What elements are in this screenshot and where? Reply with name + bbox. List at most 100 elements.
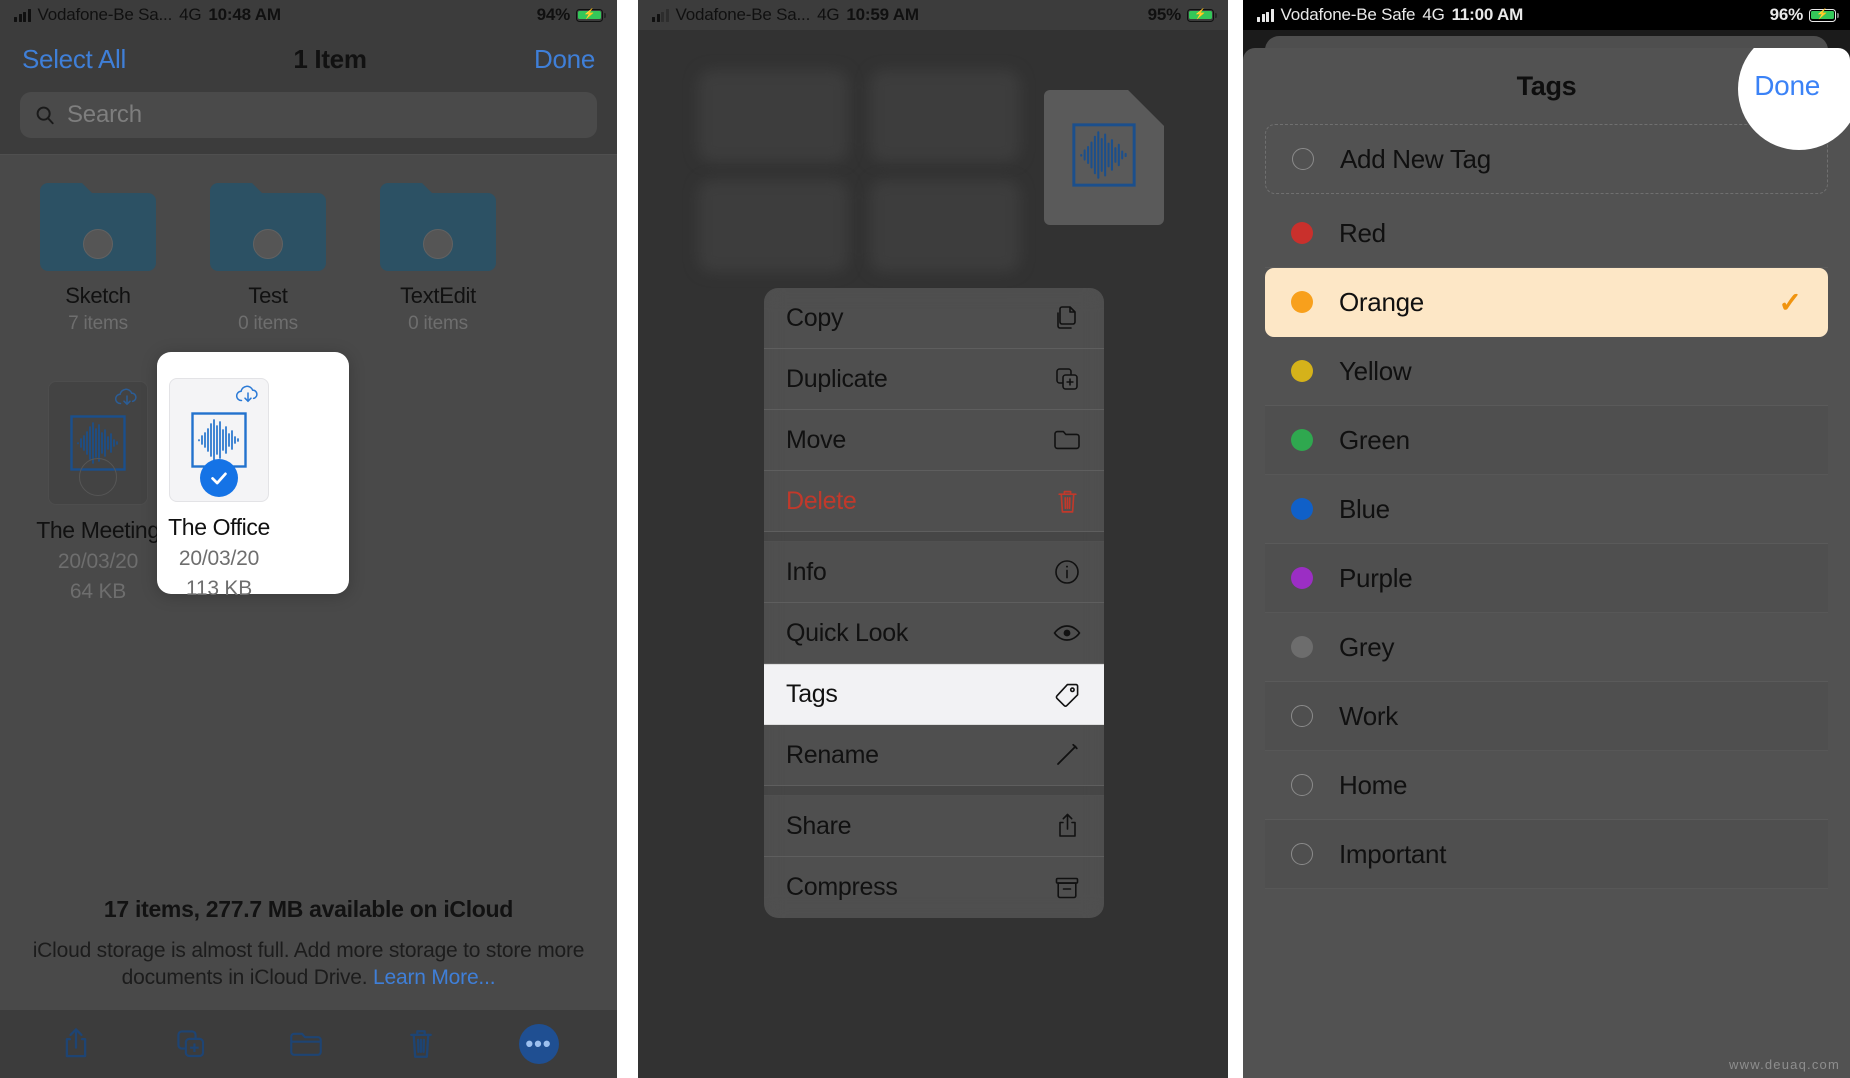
tag-row-red[interactable]: Red: [1265, 199, 1828, 268]
status-left: Vodafone-Be Sa... 4G 10:59 AM: [652, 5, 919, 25]
menu-item-move[interactable]: Move: [764, 410, 1104, 471]
context-menu: Copy Duplicate Move Delete Info Quick Lo…: [764, 288, 1104, 918]
menu-item-info[interactable]: Info: [764, 542, 1104, 603]
file-size: 64 KB: [69, 580, 127, 603]
tag-row-green[interactable]: Green: [1265, 406, 1828, 475]
tag-row-important[interactable]: Important: [1265, 820, 1828, 889]
share-icon[interactable]: [59, 1025, 93, 1063]
menu-item-quick-look[interactable]: Quick Look: [764, 603, 1104, 664]
tag-label: Work: [1339, 700, 1398, 731]
tag-row-blue[interactable]: Blue: [1265, 475, 1828, 544]
add-new-tag-row[interactable]: Add New Tag: [1265, 124, 1828, 194]
folder-item[interactable]: Test 0 items: [206, 177, 330, 335]
tag-row-orange[interactable]: Orange ✓: [1265, 268, 1828, 337]
tag-icon: [1052, 680, 1082, 710]
tag-color-dot: [1291, 222, 1313, 244]
menu-item-label: Tags: [786, 680, 838, 708]
menu-item-delete[interactable]: Delete: [764, 471, 1104, 532]
file-date: 20/03/20: [57, 550, 139, 573]
network-label: 4G: [1422, 5, 1445, 24]
menu-item-label: Share: [786, 811, 852, 840]
menu-separator: [764, 532, 1104, 542]
menu-item-label: Compress: [786, 873, 898, 901]
menu-item-label: Duplicate: [786, 364, 888, 393]
tags-sheet: Tags Done Add New Tag Red Orange ✓ Yello…: [1243, 48, 1850, 1078]
page-title: Tags: [1516, 70, 1577, 101]
folder-move-icon[interactable]: [289, 1025, 323, 1063]
more-icon[interactable]: •••: [518, 1024, 559, 1064]
storage-info: 17 items, 277.7 MB available on iCloud i…: [0, 896, 617, 992]
file-item-unselected[interactable]: The Meeting 20/03/20 64 KB: [36, 381, 160, 604]
tag-color-dot: [1291, 636, 1313, 658]
info-icon: [1052, 557, 1082, 587]
copy-icon: [1052, 303, 1082, 333]
battery-percent-label: 96%: [1769, 5, 1804, 24]
folder-item[interactable]: Sketch 7 items: [36, 177, 160, 335]
empty-circle-icon: [1291, 705, 1313, 727]
panel2-body: Copy Duplicate Move Delete Info Quick Lo…: [638, 30, 1228, 1078]
menu-separator: [764, 786, 1104, 796]
menu-item-share[interactable]: Share: [764, 796, 1104, 857]
file-item-selected[interactable]: The Office 20/03/20 113 KB: [157, 352, 349, 600]
file-selection-circle[interactable]: [79, 458, 117, 496]
signal-bars-icon: [652, 8, 669, 22]
file-name: The Meeting: [36, 517, 160, 543]
storage-title: 17 items, 277.7 MB available on iCloud: [103, 895, 514, 922]
folder-selection-circle[interactable]: [423, 229, 453, 259]
screenshot-stage: Vodafone-Be Sa... 4G 10:48 AM 94% ⚡ Sele…: [0, 0, 1850, 1078]
panel3-body: Tags Done Add New Tag Red Orange ✓ Yello…: [1243, 30, 1850, 1078]
clock-label: 10:59 AM: [846, 5, 919, 24]
blurred-folder: [698, 180, 848, 272]
battery-icon: ⚡: [1809, 8, 1840, 22]
status-left: Vodafone-Be Safe 4G 11:00 AM: [1257, 5, 1523, 25]
file-selected-checkmark-icon[interactable]: [200, 459, 238, 497]
folder-item[interactable]: TextEdit 0 items: [376, 177, 500, 335]
tag-color-dot: [1291, 498, 1313, 520]
audio-document-icon: [1044, 90, 1164, 225]
folder-name: Test: [248, 283, 288, 308]
tag-row-work[interactable]: Work: [1265, 682, 1828, 751]
tag-row-grey[interactable]: Grey: [1265, 613, 1828, 682]
trash-icon[interactable]: [404, 1025, 438, 1063]
status-right: 94% ⚡: [537, 5, 607, 25]
tag-label: Orange: [1339, 286, 1424, 317]
menu-item-compress[interactable]: Compress: [764, 857, 1104, 918]
tag-row-purple[interactable]: Purple: [1265, 544, 1828, 613]
tag-label: Grey: [1339, 631, 1395, 662]
done-button-panel3[interactable]: Done: [1754, 70, 1820, 102]
menu-item-duplicate[interactable]: Duplicate: [764, 349, 1104, 410]
battery-icon: ⚡: [1187, 8, 1218, 22]
folder-selection-circle[interactable]: [83, 229, 113, 259]
empty-circle-icon: [1292, 148, 1314, 170]
done-button-panel1[interactable]: Done: [534, 44, 595, 75]
signal-bars-icon: [1257, 8, 1274, 22]
menu-item-label: Delete: [786, 486, 857, 515]
panel-context-menu: Vodafone-Be Sa... 4G 10:59 AM 95% ⚡ Copy…: [638, 0, 1228, 1078]
clock-label: 10:48 AM: [208, 5, 281, 24]
panel-gap: [1228, 0, 1243, 1078]
status-bar-panel2: Vodafone-Be Sa... 4G 10:59 AM 95% ⚡: [638, 0, 1228, 30]
menu-item-label: Info: [786, 557, 827, 586]
carrier-label: Vodafone-Be Safe: [1280, 5, 1416, 24]
search-input[interactable]: Search: [20, 92, 597, 138]
select-all-button[interactable]: Select All: [22, 44, 126, 75]
panel-tags-sheet: Vodafone-Be Safe 4G 11:00 AM 96% ⚡ Tags …: [1243, 0, 1850, 1078]
file-size: 113 KB: [185, 577, 253, 600]
navigation-bar-panel1: Select All 1 Item Done: [0, 30, 617, 88]
file-date: 20/03/20: [178, 547, 260, 570]
tag-row-yellow[interactable]: Yellow: [1265, 337, 1828, 406]
folder-selection-circle[interactable]: [253, 229, 283, 259]
icloud-download-icon: [235, 385, 261, 405]
tag-color-dot: [1291, 360, 1313, 382]
menu-item-tags[interactable]: Tags: [764, 664, 1104, 725]
folder-row: Sketch 7 items Test 0 items TextEdit 0 i…: [0, 155, 617, 335]
network-label: 4G: [817, 5, 840, 24]
menu-item-rename[interactable]: Rename: [764, 725, 1104, 786]
menu-item-copy[interactable]: Copy: [764, 288, 1104, 349]
learn-more-link[interactable]: Learn More...: [373, 966, 495, 989]
status-bar-panel3: Vodafone-Be Safe 4G 11:00 AM 96% ⚡: [1243, 0, 1850, 30]
file-row: The Meeting 20/03/20 64 KB The Office 20…: [0, 352, 617, 604]
duplicate-icon[interactable]: [174, 1025, 208, 1063]
tag-row-home[interactable]: Home: [1265, 751, 1828, 820]
search-placeholder: Search: [67, 101, 142, 128]
